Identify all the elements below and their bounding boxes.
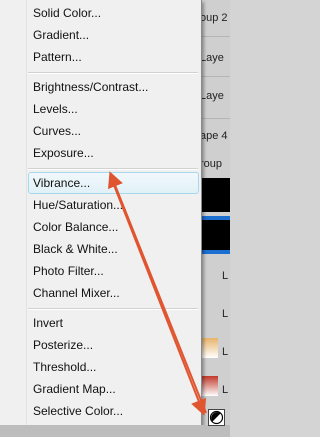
menu-item-solid-color[interactable]: Solid Color... [33, 2, 101, 24]
menu-item-vibrance[interactable]: Vibrance... [33, 172, 90, 194]
menu-separator [28, 308, 198, 310]
layer-thumbnail[interactable] [200, 178, 230, 212]
menu-item-photo-filter[interactable]: Photo Filter... [33, 260, 104, 282]
menu-separator [28, 168, 198, 170]
adjustment-layer-menu: Solid Color... Gradient... Pattern... Br… [0, 0, 202, 426]
layers-panel-toolbar [0, 425, 230, 437]
menu-item-curves[interactable]: Curves... [33, 120, 81, 142]
menu-item-posterize[interactable]: Posterize... [33, 334, 93, 356]
menu-item-gradient[interactable]: Gradient... [33, 24, 89, 46]
menu-separator [28, 72, 198, 74]
layer-label: oup 2 [200, 12, 228, 24]
layer-label: Laye [200, 52, 224, 64]
menu-gutter [0, 0, 26, 425]
menu-gutter-line [26, 0, 27, 425]
menu-item-color-balance[interactable]: Color Balance... [33, 216, 118, 238]
layer-label: L [222, 270, 229, 282]
menu-item-gradient-map[interactable]: Gradient Map... [33, 378, 116, 400]
half-circle-icon [209, 410, 224, 425]
layer-label: ape 4 [200, 130, 228, 142]
menu-item-invert[interactable]: Invert [33, 312, 63, 334]
menu-item-brightness-contrast[interactable]: Brightness/Contrast... [33, 76, 148, 98]
layer-label: L [222, 384, 229, 396]
menu-item-hue-saturation[interactable]: Hue/Saturation... [33, 194, 123, 216]
menu-item-channel-mixer[interactable]: Channel Mixer... [33, 282, 120, 304]
menu-item-threshold[interactable]: Threshold... [33, 356, 96, 378]
menu-item-levels[interactable]: Levels... [33, 98, 78, 120]
layer-label: L [222, 346, 229, 358]
adjustment-layer-icon[interactable] [208, 409, 225, 426]
menu-item-black-white[interactable]: Black & White... [33, 238, 118, 260]
menu-item-pattern[interactable]: Pattern... [33, 46, 82, 68]
layer-thumbnail[interactable] [202, 376, 218, 396]
layer-label: roup [200, 158, 223, 170]
menu-item-exposure[interactable]: Exposure... [33, 142, 94, 164]
layer-label: L [222, 308, 229, 320]
menu-item-selective-color[interactable]: Selective Color... [33, 400, 123, 422]
layer-thumbnail[interactable] [202, 220, 230, 250]
layer-thumbnail[interactable] [202, 338, 218, 358]
layer-label: Laye [200, 90, 224, 102]
